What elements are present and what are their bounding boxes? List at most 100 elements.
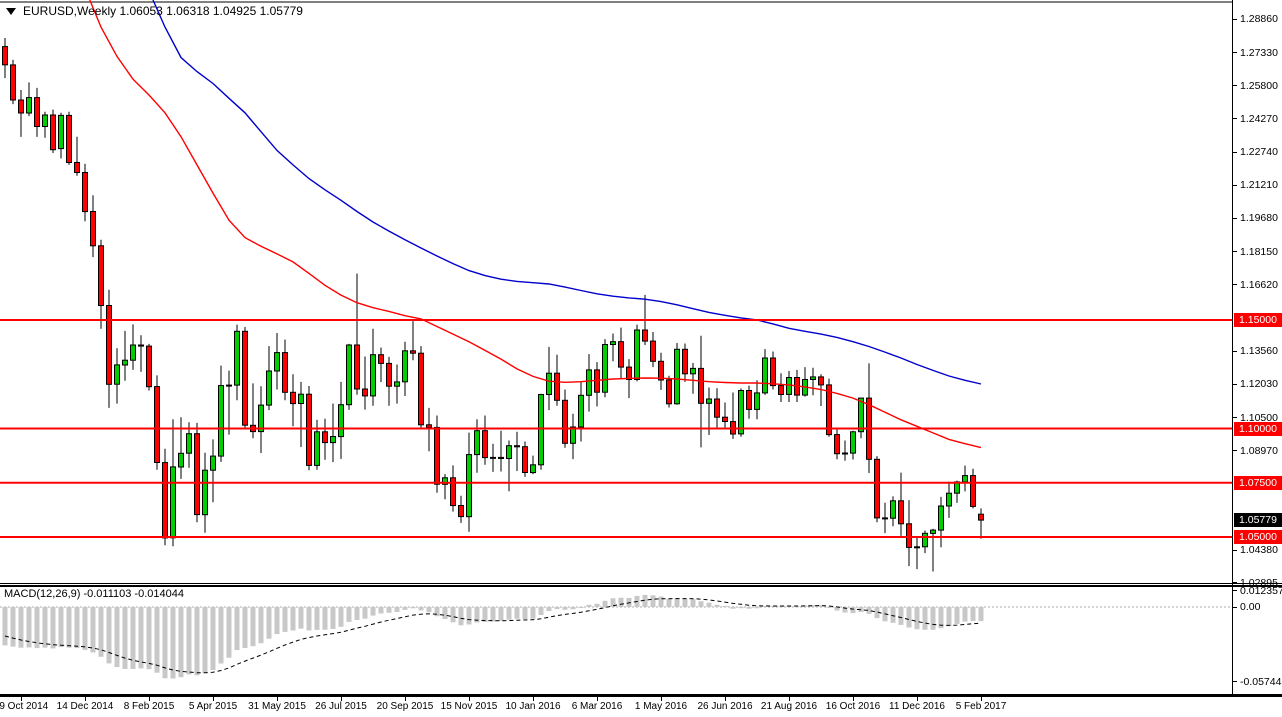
macd-histogram-bar xyxy=(251,607,256,646)
macd-histogram-bar xyxy=(395,607,400,612)
bear-candle xyxy=(291,392,296,403)
bear-candle xyxy=(107,306,112,385)
macd-histogram-bar xyxy=(595,604,600,607)
macd-histogram-bar xyxy=(35,607,40,648)
macd-histogram-bar xyxy=(355,607,360,620)
macd-histogram-bar xyxy=(275,607,280,634)
macd-histogram-bar xyxy=(451,607,456,622)
price-pane[interactable]: EURUSD,Weekly 1.06053 1.06318 1.04925 1.… xyxy=(0,0,1232,583)
macd-histogram-bar xyxy=(411,607,416,608)
price-axis-tick xyxy=(1233,351,1237,352)
bear-candle xyxy=(83,173,88,212)
bear-candle xyxy=(555,373,560,400)
bull-candle xyxy=(635,330,640,380)
date-axis-label: 1 May 2016 xyxy=(635,701,687,712)
macd-histogram-bar xyxy=(219,607,224,664)
macd-histogram-bar xyxy=(659,597,664,607)
bear-candle xyxy=(355,345,360,389)
bear-candle xyxy=(411,351,416,353)
macd-chart-canvas xyxy=(0,587,1232,694)
price-axis-tick xyxy=(1233,550,1237,551)
bull-candle xyxy=(891,501,896,518)
macd-histogram-bar xyxy=(403,607,408,610)
symbol-dropdown-icon[interactable] xyxy=(6,8,16,15)
bear-candle xyxy=(747,391,752,410)
bear-candle xyxy=(563,400,568,443)
bear-candle xyxy=(163,463,168,538)
macd-pane[interactable]: MACD(12,26,9) -0.011103 -0.014044 xyxy=(0,587,1232,694)
bear-candle xyxy=(771,358,776,386)
macd-histogram-bar xyxy=(459,607,464,625)
macd-histogram-bar xyxy=(979,607,984,621)
price-chart-canvas xyxy=(0,0,1232,583)
macd-histogram-bar xyxy=(947,607,952,626)
pane-separator[interactable] xyxy=(0,583,1282,584)
bull-candle xyxy=(467,455,472,517)
macd-histogram-bar xyxy=(499,607,504,621)
macd-histogram-bar xyxy=(283,607,288,632)
bear-candle xyxy=(883,518,888,519)
bull-candle xyxy=(171,467,176,538)
bull-candle xyxy=(227,385,232,386)
bull-candle xyxy=(691,368,696,373)
bull-candle xyxy=(587,370,592,395)
bull-candle xyxy=(491,457,496,458)
bull-candle xyxy=(219,386,224,457)
macd-histogram-bar xyxy=(259,607,264,643)
macd-histogram-bar xyxy=(243,607,248,648)
bear-candle xyxy=(715,399,720,417)
macd-histogram-bar xyxy=(747,607,752,609)
bull-candle xyxy=(299,394,304,403)
macd-histogram-bar xyxy=(331,607,336,629)
bull-candle xyxy=(315,432,320,466)
bear-candle xyxy=(667,380,672,404)
bull-candle xyxy=(347,345,352,405)
macd-histogram-bar xyxy=(91,607,96,653)
blue-ma-line xyxy=(153,0,981,384)
bear-candle xyxy=(379,355,384,364)
macd-histogram-bar xyxy=(211,607,216,670)
bull-candle xyxy=(755,393,760,410)
bull-candle xyxy=(843,453,848,454)
macd-histogram-bar xyxy=(891,607,896,623)
macd-histogram-bar xyxy=(931,607,936,630)
chart-title-text: EURUSD,Weekly 1.06053 1.06318 1.04925 1.… xyxy=(23,4,303,18)
macd-histogram-bar xyxy=(755,607,760,608)
bear-candle xyxy=(515,446,520,447)
bull-candle xyxy=(27,98,32,113)
macd-axis-label: 0.00 xyxy=(1240,601,1260,613)
macd-histogram-bar xyxy=(51,607,56,648)
macd-histogram-bar xyxy=(315,607,320,630)
bear-candle xyxy=(243,331,248,425)
price-axis[interactable]: 1.288601.273301.258001.242701.227401.212… xyxy=(1232,0,1282,697)
macd-histogram-bar xyxy=(419,607,424,610)
bear-candle xyxy=(875,459,880,518)
macd-histogram-bar xyxy=(443,607,448,619)
macd-histogram-bar xyxy=(491,607,496,622)
bear-candle xyxy=(3,47,8,65)
macd-axis-label: -0.057447 xyxy=(1240,676,1282,688)
bull-candle xyxy=(579,395,584,427)
price-axis-tick xyxy=(1233,218,1237,219)
price-axis-tick xyxy=(1233,85,1237,86)
macd-histogram-bar xyxy=(363,607,368,619)
time-axis[interactable]: 19 Oct 201414 Dec 20148 Feb 20155 Apr 20… xyxy=(0,697,1282,717)
bull-candle xyxy=(675,349,680,404)
macd-histogram-bar xyxy=(227,607,232,658)
bear-candle xyxy=(51,115,56,150)
bull-candle xyxy=(531,465,536,473)
bear-candle xyxy=(779,386,784,395)
bear-candle xyxy=(899,501,904,524)
macd-histogram-bar xyxy=(963,607,968,622)
bull-candle xyxy=(179,453,184,467)
macd-histogram-bar xyxy=(683,599,688,607)
macd-histogram-bar xyxy=(579,607,584,608)
macd-histogram-bar xyxy=(723,606,728,607)
macd-histogram-bar xyxy=(203,607,208,673)
macd-histogram-bar xyxy=(563,607,568,610)
price-badge-1.07500: 1.07500 xyxy=(1234,476,1282,490)
macd-histogram-bar xyxy=(75,607,80,648)
price-axis-label: 1.18150 xyxy=(1240,246,1278,258)
bull-candle xyxy=(931,530,936,533)
macd-histogram-bar xyxy=(739,607,744,608)
